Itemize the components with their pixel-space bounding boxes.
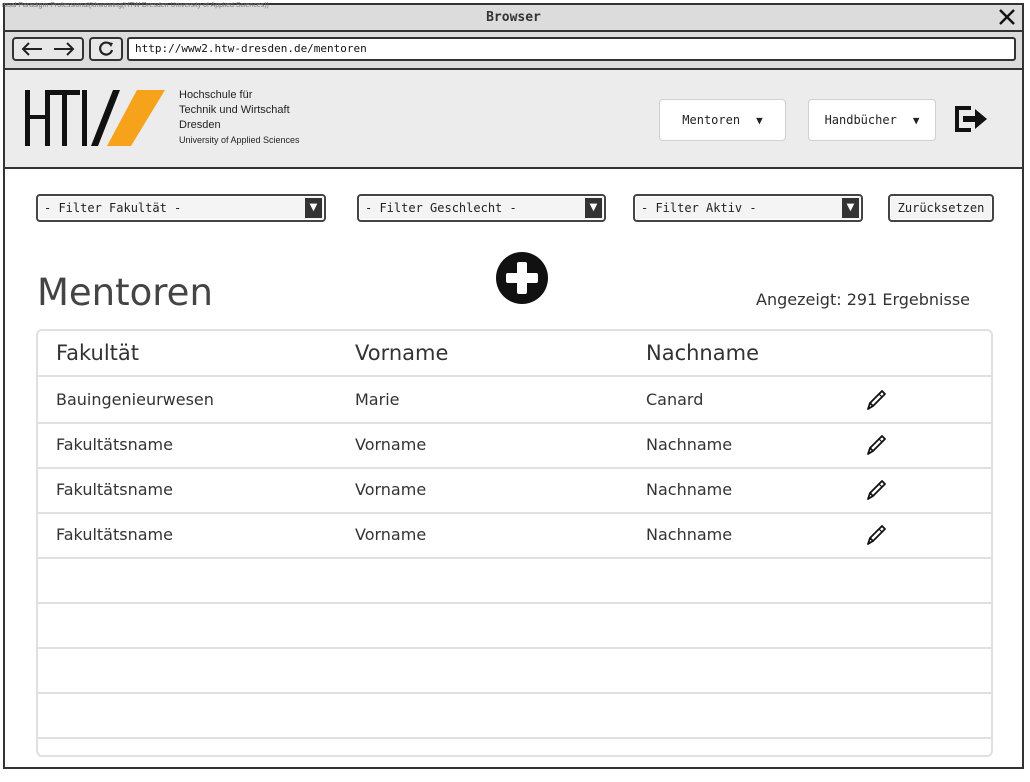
arrow-right-icon[interactable]: [53, 42, 75, 56]
cell-nachname: Nachname: [646, 525, 733, 544]
title-bar: Browser: [5, 5, 1022, 32]
table-row[interactable]: Fakultätsname Vorname Nachname: [38, 467, 991, 514]
caret-down-icon: ▼: [912, 113, 920, 127]
empty-table-row: [38, 557, 991, 604]
empty-table-row: [38, 737, 991, 782]
reload-button[interactable]: [89, 37, 123, 61]
mentoren-dropdown[interactable]: Mentoren ▼: [659, 99, 786, 141]
mentoren-dropdown-label: Mentoren: [682, 113, 741, 127]
browser-toolbar: http://www2.htw-dresden.de/mentoren: [5, 32, 1022, 70]
edit-row-button[interactable]: [864, 512, 888, 557]
institution-line-1: Hochschule für: [179, 89, 253, 101]
filter-aktiv-label: - Filter Aktiv -: [641, 201, 757, 215]
column-header-fakultaet[interactable]: Fakultät: [56, 331, 139, 375]
table-header: Fakultät Vorname Nachname: [38, 331, 991, 377]
cell-vorname: Vorname: [355, 480, 427, 499]
url-bar[interactable]: http://www2.htw-dresden.de/mentoren: [127, 37, 1016, 61]
arrow-left-icon[interactable]: [21, 42, 43, 56]
institution-line-4: University of Applied Sciences: [179, 135, 300, 145]
htw-logo[interactable]: [25, 90, 165, 146]
pencil-edit-icon: [864, 433, 888, 457]
site-header: Hochschule für Technik und Wirtschaft Dr…: [5, 70, 1022, 169]
plus-circle-icon[interactable]: [495, 251, 549, 305]
handbuecher-dropdown[interactable]: Handbücher ▼: [808, 99, 936, 141]
logout-icon[interactable]: [953, 104, 989, 134]
reload-icon: [99, 41, 114, 56]
cell-vorname: Vorname: [355, 435, 427, 454]
institution-name: Hochschule für Technik und Wirtschaft Dr…: [179, 88, 300, 148]
empty-table-row: [38, 602, 991, 649]
institution-line-3: Dresden: [179, 119, 221, 131]
pencil-edit-icon: [864, 523, 888, 547]
table-row[interactable]: Bauingenieurwesen Marie Canard: [38, 377, 991, 424]
column-header-nachname[interactable]: Nachname: [646, 331, 759, 375]
page-title: Mentoren: [37, 271, 213, 314]
filter-geschlecht-select[interactable]: - Filter Geschlecht - ▼: [357, 194, 606, 222]
empty-table-row: [38, 692, 991, 739]
empty-table-row: [38, 647, 991, 694]
pencil-edit-icon: [864, 478, 888, 502]
column-header-vorname[interactable]: Vorname: [355, 331, 448, 375]
cell-nachname: Nachname: [646, 480, 733, 499]
cell-fakultaet: Fakultätsname: [56, 435, 173, 454]
cell-nachname: Nachname: [646, 435, 733, 454]
watermark: isual Paradigm Professional(khwowing(HTW…: [2, 2, 269, 9]
close-icon[interactable]: [996, 5, 1018, 27]
pencil-edit-icon: [864, 388, 888, 412]
table-row[interactable]: Fakultätsname Vorname Nachname: [38, 512, 991, 559]
back-forward-buttons: [12, 37, 84, 61]
cell-fakultaet: Fakultätsname: [56, 525, 173, 544]
filter-fakultaet-select[interactable]: - Filter Fakultät - ▼: [36, 194, 326, 222]
edit-row-button[interactable]: [864, 377, 888, 422]
edit-row-button[interactable]: [864, 467, 888, 512]
cell-fakultaet: Bauingenieurwesen: [56, 390, 214, 409]
table-row[interactable]: Fakultätsname Vorname Nachname: [38, 422, 991, 469]
cell-fakultaet: Fakultätsname: [56, 480, 173, 499]
mentoren-table: Fakultät Vorname Nachname Bauingenieurwe…: [36, 329, 993, 757]
cell-vorname: Vorname: [355, 525, 427, 544]
edit-row-button[interactable]: [864, 422, 888, 467]
reset-button[interactable]: Zurücksetzen: [888, 194, 994, 222]
filter-geschlecht-label: - Filter Geschlecht -: [365, 201, 517, 215]
cell-vorname: Marie: [355, 390, 400, 409]
institution-line-2: Technik und Wirtschaft: [179, 104, 290, 116]
filter-aktiv-select[interactable]: - Filter Aktiv - ▼: [633, 194, 863, 222]
dropdown-arrow-icon: ▼: [585, 198, 602, 218]
browser-window: Browser http://www2.htw-dresden.de/mento…: [3, 3, 1024, 769]
cell-nachname: Canard: [646, 390, 704, 409]
dropdown-arrow-icon: ▼: [842, 198, 859, 218]
result-count: Angezeigt: 291 Ergebnisse: [756, 290, 970, 309]
dropdown-arrow-icon: ▼: [305, 198, 322, 218]
filter-fakultaet-label: - Filter Fakultät -: [44, 201, 182, 215]
handbuecher-dropdown-label: Handbücher: [824, 113, 897, 127]
caret-down-icon: ▼: [756, 113, 763, 127]
window-title: Browser: [486, 10, 541, 25]
